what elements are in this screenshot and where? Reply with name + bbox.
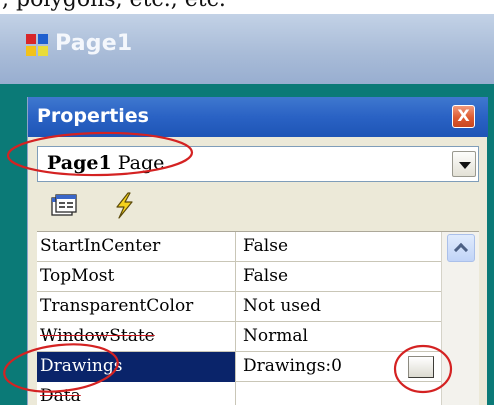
page-title: Page1 bbox=[55, 31, 133, 56]
property-row[interactable]: TopMost False bbox=[37, 262, 441, 292]
property-name: Data bbox=[37, 382, 236, 405]
property-value[interactable]: Drawings:0 bbox=[237, 352, 441, 382]
object-selector[interactable]: Page1 Page bbox=[37, 146, 479, 182]
property-row[interactable]: StartInCenter False bbox=[37, 232, 441, 262]
close-icon: X bbox=[457, 106, 470, 125]
cropped-caption: , polygons, etc., etc. bbox=[0, 0, 494, 14]
property-name: WindowState bbox=[37, 322, 236, 352]
chevron-down-icon bbox=[459, 162, 471, 169]
caption-text: , polygons, etc., etc. bbox=[2, 0, 226, 12]
property-value[interactable]: Not used bbox=[237, 292, 441, 322]
chevron-up-icon bbox=[453, 242, 469, 258]
properties-panel: Properties X Page1 Page StartInCenter Fa… bbox=[27, 97, 488, 405]
dropdown-button[interactable] bbox=[452, 151, 476, 177]
object-name: Page1 bbox=[47, 152, 112, 174]
properties-toolbar bbox=[37, 187, 479, 225]
property-value[interactable]: False bbox=[237, 262, 441, 292]
property-pages-icon[interactable] bbox=[49, 191, 79, 219]
property-name: Drawings bbox=[37, 352, 236, 382]
ellipsis-button[interactable] bbox=[408, 356, 434, 378]
property-value[interactable]: Normal bbox=[237, 322, 441, 352]
object-selector-value: Page1 Page bbox=[47, 152, 164, 174]
events-lightning-icon[interactable] bbox=[109, 191, 139, 219]
property-row[interactable]: Data bbox=[37, 382, 441, 405]
property-grid: StartInCenter False TopMost False Transp… bbox=[37, 231, 479, 405]
page-canvas-edge bbox=[0, 84, 494, 97]
property-name: StartInCenter bbox=[37, 232, 236, 262]
vertical-scrollbar[interactable] bbox=[441, 232, 479, 405]
property-value[interactable] bbox=[237, 382, 441, 405]
properties-header: Properties X bbox=[28, 97, 488, 137]
property-row[interactable]: WindowState Normal bbox=[37, 322, 441, 352]
scroll-up-button[interactable] bbox=[447, 234, 475, 262]
page-designer-window: Page1 Properties X Page1 Page StartInCen… bbox=[0, 14, 494, 405]
properties-title: Properties bbox=[37, 105, 149, 127]
property-name: TopMost bbox=[37, 262, 236, 292]
property-row-selected[interactable]: Drawings Drawings:0 bbox=[37, 352, 441, 382]
property-name: TransparentColor bbox=[37, 292, 236, 322]
property-value[interactable]: False bbox=[237, 232, 441, 262]
property-row[interactable]: TransparentColor Not used bbox=[37, 292, 441, 322]
close-button[interactable]: X bbox=[452, 105, 475, 128]
object-type: Page bbox=[117, 152, 165, 174]
app-window-icon bbox=[26, 34, 48, 56]
page-titlebar: Page1 bbox=[0, 14, 494, 84]
